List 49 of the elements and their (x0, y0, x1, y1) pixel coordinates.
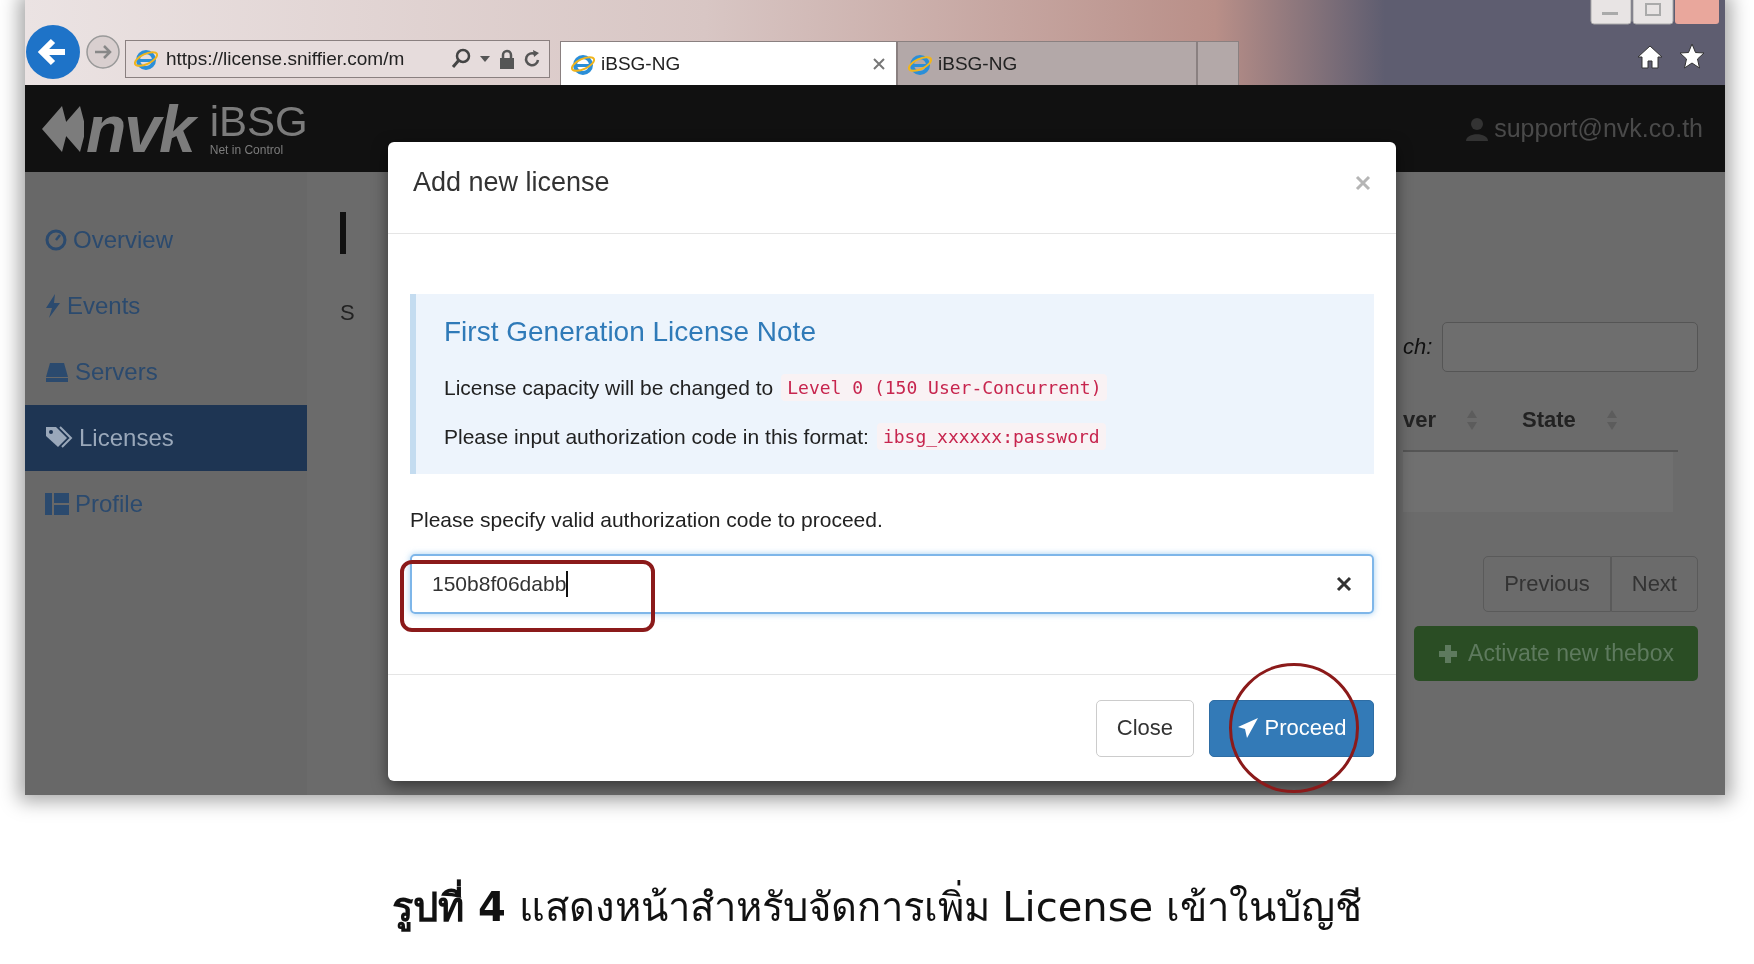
sidebar-item[interactable]: Events (25, 273, 307, 339)
sidebar-item[interactable]: Servers (25, 339, 307, 405)
search-field[interactable] (1442, 322, 1698, 372)
clear-icon[interactable] (1336, 576, 1352, 592)
refresh-icon[interactable] (523, 49, 541, 69)
code-snippet: Level 0 (150 User-Concurrent) (781, 374, 1108, 401)
proceed-button[interactable]: Proceed (1209, 699, 1374, 757)
column-header[interactable]: State (1522, 407, 1576, 433)
gauge-icon (45, 229, 67, 251)
pagination-button[interactable]: Previous (1483, 556, 1611, 612)
home-icon[interactable] (1637, 45, 1663, 69)
browser-tab[interactable]: iBSG-NG (897, 41, 1197, 85)
pagination-button[interactable]: Next (1610, 556, 1698, 612)
table-icon (45, 493, 69, 515)
page-text-fragment: S (340, 300, 355, 326)
address-bar[interactable]: https://license.sniffier.com/m (125, 40, 550, 78)
figure-caption: รูปที่ 4 แสดงหน้าสำหรับจัดการเพิ่ม License เข้าในบัญชี (0, 875, 1754, 939)
logo-name: iBSG (209, 100, 308, 143)
prompt-text: Please specify valid authorization code to proceed. (410, 508, 884, 532)
plus-icon (1438, 643, 1459, 664)
user-email[interactable]: support@nvk.co.th (1494, 114, 1703, 143)
drive-icon (45, 361, 69, 383)
sidebar-item[interactable]: Profile (25, 471, 307, 537)
dialog-title: Add new license (413, 167, 610, 198)
logo-tagline: Net in Control (209, 142, 285, 157)
search-icon[interactable] (451, 48, 471, 70)
note-text: Please input authorization code in this format: (444, 424, 869, 449)
note-heading: First Generation License Note (444, 316, 817, 348)
browser-logo-icon (134, 47, 158, 71)
code-snippet: ibsg_xxxxxx:password (876, 423, 1106, 450)
close-button[interactable]: Close (1095, 699, 1194, 757)
user-icon (1466, 116, 1489, 141)
authorization-code-field[interactable]: 150b8f06dabb (410, 554, 1374, 614)
page-title-fragment (340, 212, 346, 254)
lock-icon (499, 49, 515, 69)
paper-plane-icon (1236, 717, 1259, 739)
sidebar-item[interactable]: Licenses (25, 405, 307, 471)
sidebar-item[interactable]: Overview (25, 207, 307, 273)
dropdown-caret-icon[interactable] (479, 55, 491, 63)
note-text: License capacity will be changed to (444, 375, 774, 400)
browser-tab[interactable]: iBSG-NG (560, 41, 897, 85)
close-icon[interactable] (872, 56, 886, 71)
column-header[interactable]: ver (1403, 407, 1437, 433)
window-controls-icon[interactable] (1590, 0, 1720, 26)
url-text: https://license.sniffier.com/m (166, 48, 406, 70)
lightning-icon (45, 294, 61, 318)
activate-button[interactable]: Activate new thebox (1414, 626, 1698, 681)
search-label: ch: (1403, 334, 1433, 360)
star-icon[interactable] (1679, 43, 1705, 69)
